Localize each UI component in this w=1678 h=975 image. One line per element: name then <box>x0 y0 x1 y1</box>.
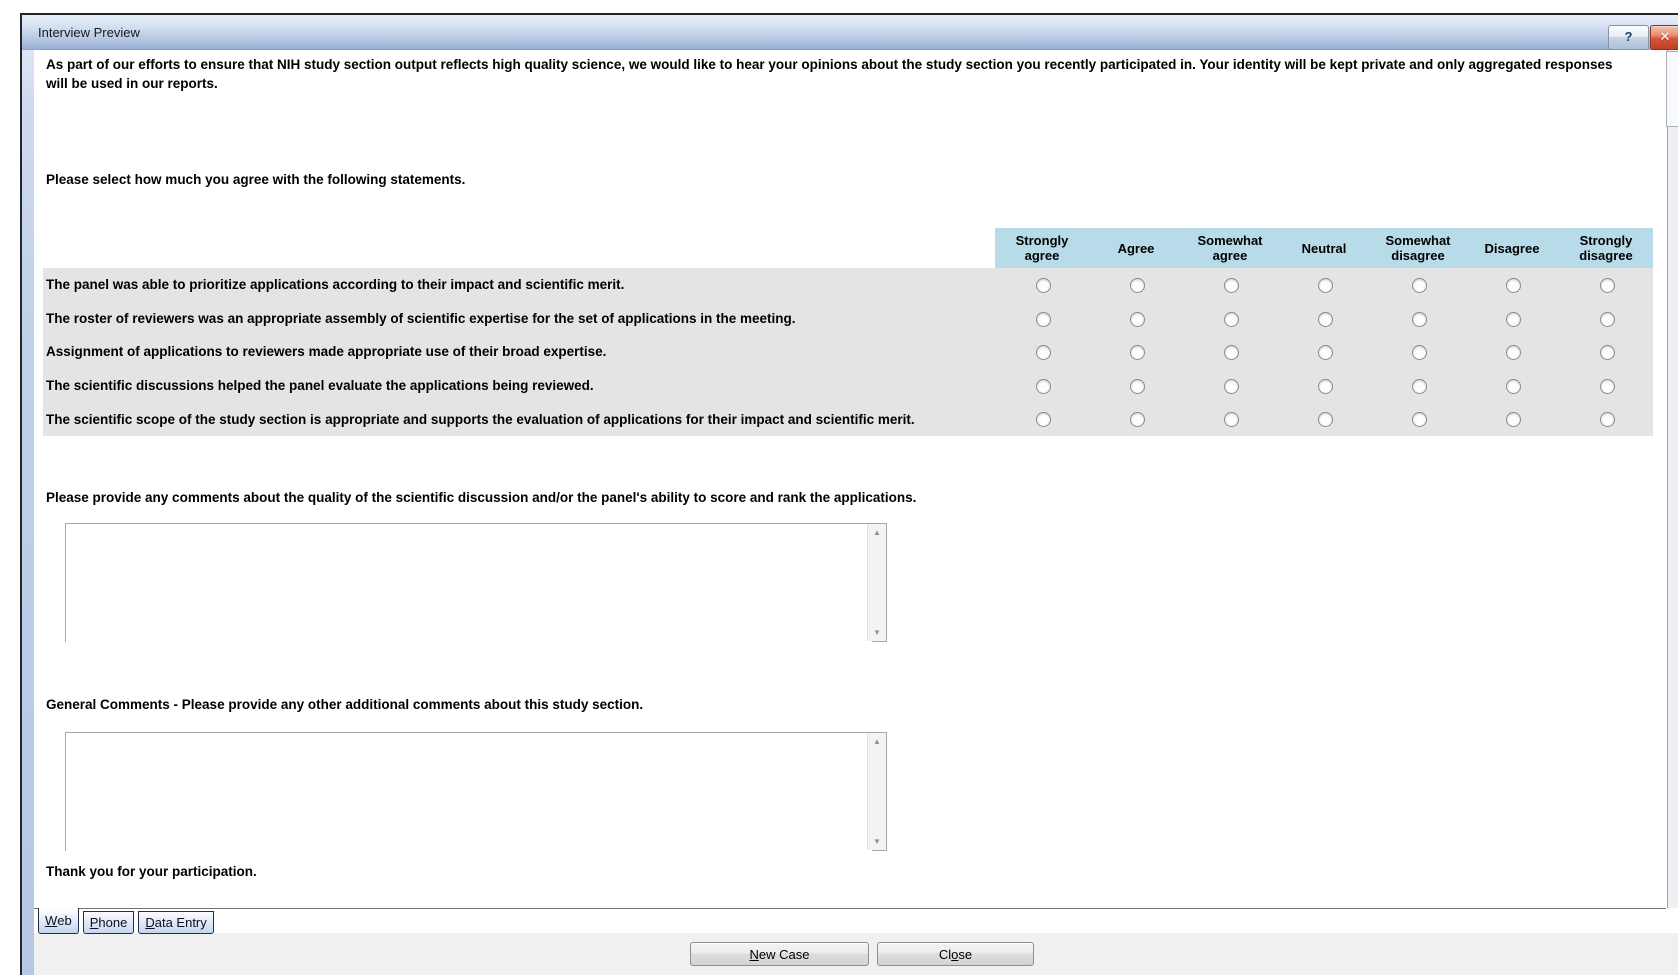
radio-row1-col4[interactable] <box>1317 278 1333 293</box>
radio-row5-col2[interactable] <box>1129 412 1145 428</box>
radio-row4-col4[interactable] <box>1317 378 1333 394</box>
radio-row5-col4[interactable] <box>1317 412 1333 428</box>
tab-strip-divider <box>34 908 1666 909</box>
radio-row3-col5[interactable] <box>1411 345 1427 361</box>
radio-row3-col4[interactable] <box>1317 345 1333 361</box>
radio-row5-col7[interactable] <box>1599 412 1615 428</box>
radio-row5-col1[interactable] <box>1035 412 1051 428</box>
general-comments-label: General Comments - Please provide any ot… <box>46 697 644 712</box>
radio-row3-col3[interactable] <box>1223 345 1239 361</box>
textarea-scrollbar[interactable]: ▲ ▼ <box>867 733 886 850</box>
radio-row5-col6[interactable] <box>1505 412 1521 428</box>
radio-row4-col2[interactable] <box>1129 378 1145 394</box>
radio-row1-col6[interactable] <box>1505 278 1521 293</box>
statement-text: The roster of reviewers was an appropria… <box>46 310 796 326</box>
matrix-row: Assignment of applications to reviewers … <box>43 335 1653 369</box>
scroll-down-icon[interactable]: ▼ <box>868 628 886 637</box>
matrix-prompt: Please select how much you agree with th… <box>46 172 466 187</box>
matrix-row: The scientific scope of the study sectio… <box>43 402 1653 436</box>
radio-row3-col6[interactable] <box>1505 345 1521 361</box>
tab-phone[interactable]: Phone <box>82 911 135 934</box>
matrix-column-header: Somewhat disagree <box>1385 233 1451 263</box>
textarea-scrollbar[interactable]: ▲ ▼ <box>867 524 886 641</box>
radio-row2-col2[interactable] <box>1129 311 1145 327</box>
statement-text: Assignment of applications to reviewers … <box>46 344 607 360</box>
matrix-body: The panel was able to prioritize applica… <box>43 268 1653 436</box>
tab-web[interactable]: Web <box>38 908 79 934</box>
radio-row4-col7[interactable] <box>1599 378 1615 394</box>
window-close-button[interactable]: ✕ <box>1650 25 1678 50</box>
desktop: { "window": { "title": "Interview Previe… <box>0 0 1678 975</box>
scroll-up-icon[interactable]: ▲ <box>868 528 886 537</box>
radio-row1-col1[interactable] <box>1035 278 1051 293</box>
radio-row5-col5[interactable] <box>1411 412 1427 428</box>
radio-row1-col7[interactable] <box>1599 278 1615 293</box>
radio-row2-col4[interactable] <box>1317 311 1333 327</box>
statement-text: The panel was able to prioritize applica… <box>46 277 625 293</box>
general-comments-input[interactable] <box>66 733 872 854</box>
page-scrollbar[interactable] <box>1667 50 1678 908</box>
matrix-column-header: Strongly disagree <box>1579 233 1633 263</box>
matrix-column-header: Agree <box>1117 240 1155 256</box>
matrix-header-row: Strongly agree Agree Somewhat agree Neutral… <box>995 228 1653 268</box>
radio-row3-col2[interactable] <box>1129 345 1145 361</box>
radio-row1-col2[interactable] <box>1129 278 1145 293</box>
matrix-column-header: Strongly agree <box>1015 233 1069 263</box>
radio-row4-col6[interactable] <box>1505 378 1521 394</box>
radio-row4-col5[interactable] <box>1411 378 1427 394</box>
scroll-up-icon[interactable]: ▲ <box>868 737 886 746</box>
radio-row2-col1[interactable] <box>1035 311 1051 327</box>
radio-row1-col3[interactable] <box>1223 278 1239 293</box>
general-comments-textarea: ▲ ▼ <box>65 732 887 854</box>
discussion-comments-label: Please provide any comments about the qu… <box>46 490 917 505</box>
statement-text: The scientific discussions helped the pa… <box>46 378 594 394</box>
radio-row2-col3[interactable] <box>1223 311 1239 327</box>
scroll-down-icon[interactable]: ▼ <box>868 837 886 846</box>
window-title: Interview Preview <box>38 25 140 40</box>
tab-data-entry[interactable]: Data Entry <box>138 911 214 934</box>
matrix-row: The panel was able to prioritize applica… <box>43 268 1653 302</box>
close-button[interactable]: Cl o se <box>877 942 1034 966</box>
radio-row2-col5[interactable] <box>1411 311 1427 327</box>
page-scrollbar-thumb[interactable] <box>1666 51 1678 127</box>
statement-text: The scientific scope of the study sectio… <box>46 411 915 427</box>
title-bar[interactable] <box>22 15 1678 50</box>
help-icon: ? <box>1624 29 1633 44</box>
matrix-row: The roster of reviewers was an appropria… <box>43 302 1653 336</box>
help-button[interactable]: ? <box>1608 25 1649 50</box>
matrix-column-header: Neutral <box>1301 240 1347 256</box>
matrix-row: The scientific discussions helped the pa… <box>43 369 1653 403</box>
radio-row1-col5[interactable] <box>1411 278 1427 293</box>
matrix-column-header: Somewhat agree <box>1197 233 1263 263</box>
discussion-comments-textarea: ▲ ▼ <box>65 523 887 645</box>
close-icon: ✕ <box>1659 29 1671 44</box>
radio-row2-col7[interactable] <box>1599 311 1615 327</box>
window-frame-strip <box>22 15 34 975</box>
radio-row5-col3[interactable] <box>1223 412 1239 428</box>
mode-tabs: Web Phone Data Entry <box>34 908 218 934</box>
radio-row4-col1[interactable] <box>1035 378 1051 394</box>
new-case-button[interactable]: New Case <box>690 942 869 966</box>
matrix-column-header: Disagree <box>1484 240 1540 256</box>
discussion-comments-input[interactable] <box>66 524 872 645</box>
radio-row3-col7[interactable] <box>1599 345 1615 361</box>
radio-row3-col1[interactable] <box>1035 345 1051 361</box>
thank-you-text: Thank you for your participation. <box>46 864 257 879</box>
radio-row4-col3[interactable] <box>1223 378 1239 394</box>
radio-row2-col6[interactable] <box>1505 311 1521 327</box>
intro-text: As part of our efforts to ensure that NI… <box>46 57 1613 91</box>
